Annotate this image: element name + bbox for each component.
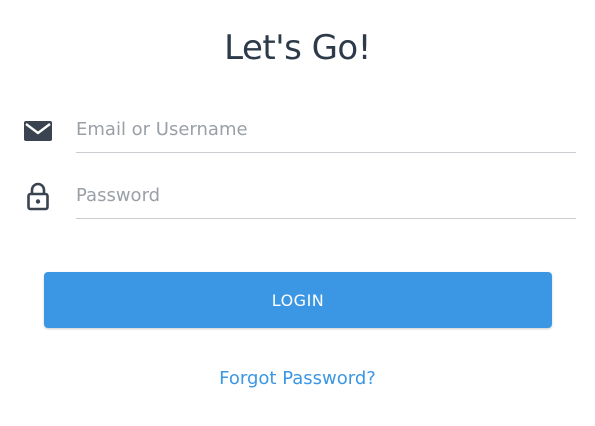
envelope-icon	[22, 114, 54, 146]
lock-icon	[22, 180, 54, 212]
password-input[interactable]	[76, 172, 576, 219]
forgot-password-link[interactable]: Forgot Password?	[0, 368, 595, 389]
email-field-row	[22, 106, 576, 156]
page-title: Let's Go!	[224, 28, 371, 68]
email-input[interactable]	[76, 106, 576, 153]
login-button[interactable]: LOGIN	[44, 272, 552, 328]
password-field-row	[22, 172, 576, 222]
login-screen: Let's Go! LOGIN Forgot Password?	[0, 0, 595, 426]
